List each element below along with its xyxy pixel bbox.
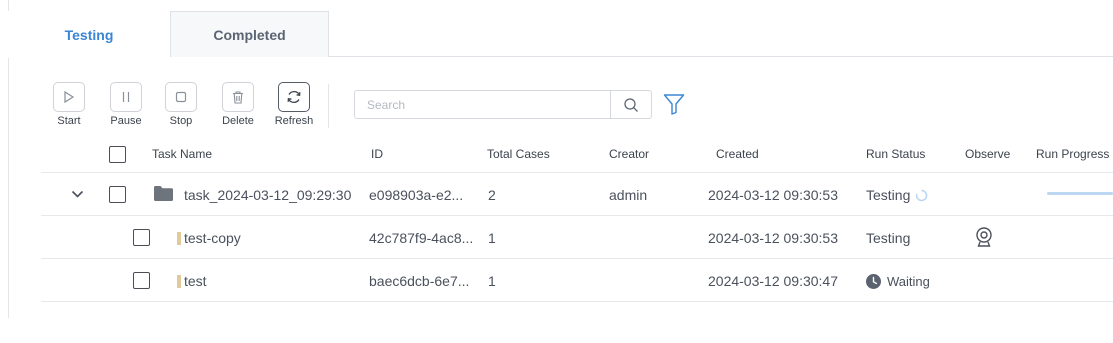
refresh-icon bbox=[278, 82, 310, 112]
tab-bar: Testing Completed bbox=[8, 11, 1113, 58]
pause-button[interactable]: Pause bbox=[103, 82, 149, 127]
status-text: Testing bbox=[866, 187, 911, 203]
task-name[interactable]: task_2024-03-12_09:29:30 bbox=[184, 187, 351, 203]
clock-icon bbox=[866, 274, 881, 289]
folder-icon bbox=[154, 186, 173, 201]
refresh-label: Refresh bbox=[274, 115, 314, 127]
search-input[interactable] bbox=[354, 90, 611, 119]
chevron-down-icon[interactable] bbox=[71, 189, 84, 199]
toolbar-divider bbox=[328, 84, 329, 128]
trash-icon bbox=[222, 82, 254, 112]
header-id[interactable]: ID bbox=[371, 147, 383, 161]
created-time: 2024-03-12 09:30:53 bbox=[708, 230, 838, 246]
delete-label: Delete bbox=[222, 115, 254, 127]
header-creator[interactable]: Creator bbox=[609, 147, 649, 161]
webcam-icon[interactable] bbox=[975, 227, 993, 247]
header-total-cases[interactable]: Total Cases bbox=[487, 147, 550, 161]
header-created[interactable]: Created bbox=[716, 147, 759, 161]
start-button[interactable]: Start bbox=[46, 82, 92, 127]
spinner-icon bbox=[916, 189, 928, 201]
status-text: Waiting bbox=[887, 274, 930, 289]
pause-icon bbox=[110, 82, 142, 112]
task-id: 42c787f9-4ac8... bbox=[369, 230, 474, 246]
filter-button[interactable] bbox=[662, 92, 686, 116]
row-checkbox[interactable] bbox=[133, 272, 150, 289]
delete-button[interactable]: Delete bbox=[215, 82, 261, 127]
run-status: Testing bbox=[866, 230, 911, 246]
task-id: baec6dcb-6e7... bbox=[369, 273, 470, 289]
creator: admin bbox=[609, 187, 648, 203]
stop-label: Stop bbox=[169, 115, 193, 127]
tab-completed[interactable]: Completed bbox=[170, 11, 329, 57]
total-cases: 1 bbox=[488, 273, 496, 289]
row-checkbox[interactable] bbox=[133, 229, 150, 246]
total-cases: 1 bbox=[488, 230, 496, 246]
total-cases: 2 bbox=[488, 187, 496, 203]
filter-icon bbox=[663, 94, 685, 115]
stop-button[interactable]: Stop bbox=[158, 82, 204, 127]
play-icon bbox=[53, 82, 85, 112]
search-icon bbox=[624, 97, 638, 112]
case-marker bbox=[177, 232, 181, 245]
task-name[interactable]: test-copy bbox=[184, 230, 241, 246]
row-divider bbox=[41, 215, 1113, 216]
row-divider bbox=[41, 258, 1113, 259]
header-task-name[interactable]: Task Name bbox=[152, 147, 212, 161]
row-divider bbox=[41, 301, 1113, 302]
tab-testing[interactable]: Testing bbox=[8, 11, 170, 58]
page-footer-space bbox=[0, 318, 1113, 343]
select-all-checkbox[interactable] bbox=[109, 146, 126, 163]
header-run-progress[interactable]: Run Progress bbox=[1036, 147, 1109, 161]
start-label: Start bbox=[57, 115, 81, 127]
run-progress-bar bbox=[1047, 192, 1113, 195]
header-run-status[interactable]: Run Status bbox=[866, 147, 925, 161]
row-checkbox[interactable] bbox=[109, 186, 126, 203]
search-button[interactable] bbox=[610, 90, 652, 119]
case-marker bbox=[177, 275, 181, 288]
header-observe[interactable]: Observe bbox=[965, 147, 1010, 161]
pause-label: Pause bbox=[110, 115, 142, 127]
task-name[interactable]: test bbox=[184, 273, 207, 289]
stop-icon bbox=[165, 82, 197, 112]
created-time: 2024-03-12 09:30:47 bbox=[708, 273, 838, 289]
run-status: Waiting bbox=[866, 274, 930, 289]
run-status: Testing bbox=[866, 187, 928, 203]
task-id: e098903a-e2... bbox=[369, 187, 464, 203]
created-time: 2024-03-12 09:30:53 bbox=[708, 187, 838, 203]
header-divider bbox=[41, 172, 1113, 173]
refresh-button[interactable]: Refresh bbox=[271, 82, 317, 127]
